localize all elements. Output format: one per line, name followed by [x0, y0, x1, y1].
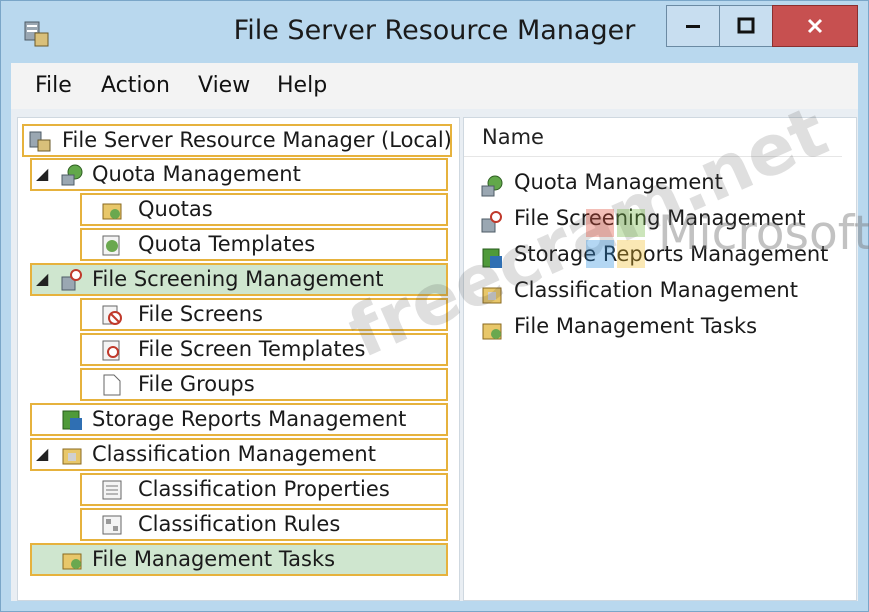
tree-label: File Screens	[138, 302, 263, 326]
tree-root[interactable]: File Server Resource Manager (Local)	[22, 124, 452, 157]
app-window: File Server Resource Manager File Action…	[0, 0, 869, 612]
window-controls	[666, 5, 858, 47]
storage-reports-icon	[62, 410, 82, 430]
tree-item-file-management-tasks[interactable]: File Management Tasks	[30, 543, 448, 576]
tree-item-classification-rules[interactable]: Classification Rules	[80, 508, 448, 541]
tree-item-storage-reports-management[interactable]: Storage Reports Management	[30, 403, 448, 436]
tree-item-quotas[interactable]: Quotas	[80, 193, 448, 226]
menu-file[interactable]: File	[35, 73, 72, 98]
tree-label: Classification Management	[92, 442, 376, 466]
tree-label: File Screen Templates	[138, 337, 366, 361]
quota-management-icon	[61, 164, 83, 186]
menu-action[interactable]: Action	[101, 73, 170, 98]
watermark-brand: Microsoft	[658, 206, 869, 261]
file-screening-management-icon	[61, 269, 82, 291]
maximize-icon	[737, 17, 755, 34]
tree-label: Quota Management	[92, 162, 301, 186]
quotas-icon	[102, 203, 122, 220]
logo-square-red	[586, 209, 614, 237]
file-management-tasks-icon	[62, 553, 82, 570]
close-button[interactable]	[772, 5, 858, 47]
quota-management-icon	[481, 175, 503, 197]
tree-item-quota-templates[interactable]: Quota Templates	[80, 228, 448, 261]
minimize-icon	[686, 25, 700, 28]
tree-label: File Management Tasks	[92, 547, 336, 571]
tree-label: Classification Rules	[138, 512, 341, 536]
collapse-icon[interactable]: ◢	[36, 269, 48, 288]
file-groups-icon	[103, 374, 121, 396]
close-icon	[807, 18, 823, 34]
tree-label: Quotas	[138, 197, 213, 221]
microsoft-watermark: Microsoft	[586, 206, 869, 269]
classification-properties-icon	[102, 480, 122, 500]
title-bar[interactable]: File Server Resource Manager	[1, 1, 868, 63]
minimize-button[interactable]	[666, 5, 720, 47]
tree-label: Classification Properties	[138, 477, 390, 501]
menu-bar: File Action View Help	[11, 63, 858, 110]
menu-help[interactable]: Help	[277, 73, 327, 98]
tree-item-quota-management[interactable]: ◢ Quota Management	[30, 158, 448, 191]
logo-square-yellow	[617, 240, 645, 268]
server-icon	[29, 131, 51, 152]
tree-label: File Screening Management	[92, 267, 384, 291]
list-label: File Management Tasks	[514, 314, 758, 338]
tree-label: Storage Reports Management	[92, 407, 407, 431]
classification-rules-icon	[102, 515, 122, 535]
tree-label: File Groups	[138, 372, 255, 396]
quota-templates-icon	[102, 235, 120, 256]
file-screens-icon	[102, 305, 122, 325]
tree-label: Quota Templates	[138, 232, 316, 256]
file-screen-templates-icon	[102, 340, 120, 361]
logo-square-green	[617, 209, 645, 237]
column-label: Name	[482, 125, 544, 149]
logo-square-blue	[586, 240, 614, 268]
collapse-icon[interactable]: ◢	[36, 444, 48, 463]
tree-label: File Server Resource Manager (Local)	[62, 128, 452, 152]
menu-view[interactable]: View	[198, 73, 250, 98]
tree-item-classification-properties[interactable]: Classification Properties	[80, 473, 448, 506]
tree-item-classification-management[interactable]: ◢ Classification Management	[30, 438, 448, 471]
classification-management-icon	[62, 448, 82, 465]
tree-item-file-groups[interactable]: File Groups	[80, 368, 448, 401]
collapse-icon[interactable]: ◢	[36, 164, 48, 183]
maximize-button[interactable]	[719, 5, 773, 47]
